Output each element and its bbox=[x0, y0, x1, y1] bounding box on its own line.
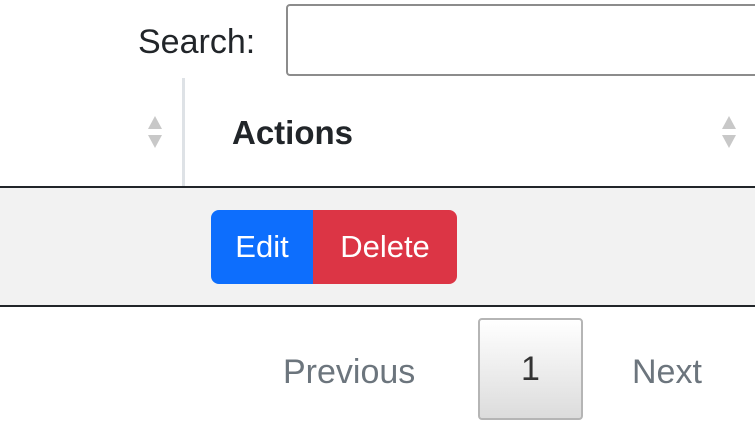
search-input[interactable] bbox=[286, 4, 755, 76]
search-label: Search: bbox=[138, 23, 256, 61]
table-bottom-border bbox=[0, 305, 755, 307]
next-button[interactable]: Next bbox=[632, 352, 702, 392]
sort-both-icon[interactable] bbox=[721, 114, 737, 150]
actions-header-label: Actions bbox=[232, 114, 354, 151]
previous-button[interactable]: Previous bbox=[283, 352, 415, 392]
page-1-button[interactable]: 1 bbox=[478, 318, 583, 420]
sort-both-icon[interactable] bbox=[147, 114, 163, 150]
edit-button[interactable]: Edit bbox=[211, 210, 313, 284]
delete-button[interactable]: Delete bbox=[313, 210, 457, 284]
